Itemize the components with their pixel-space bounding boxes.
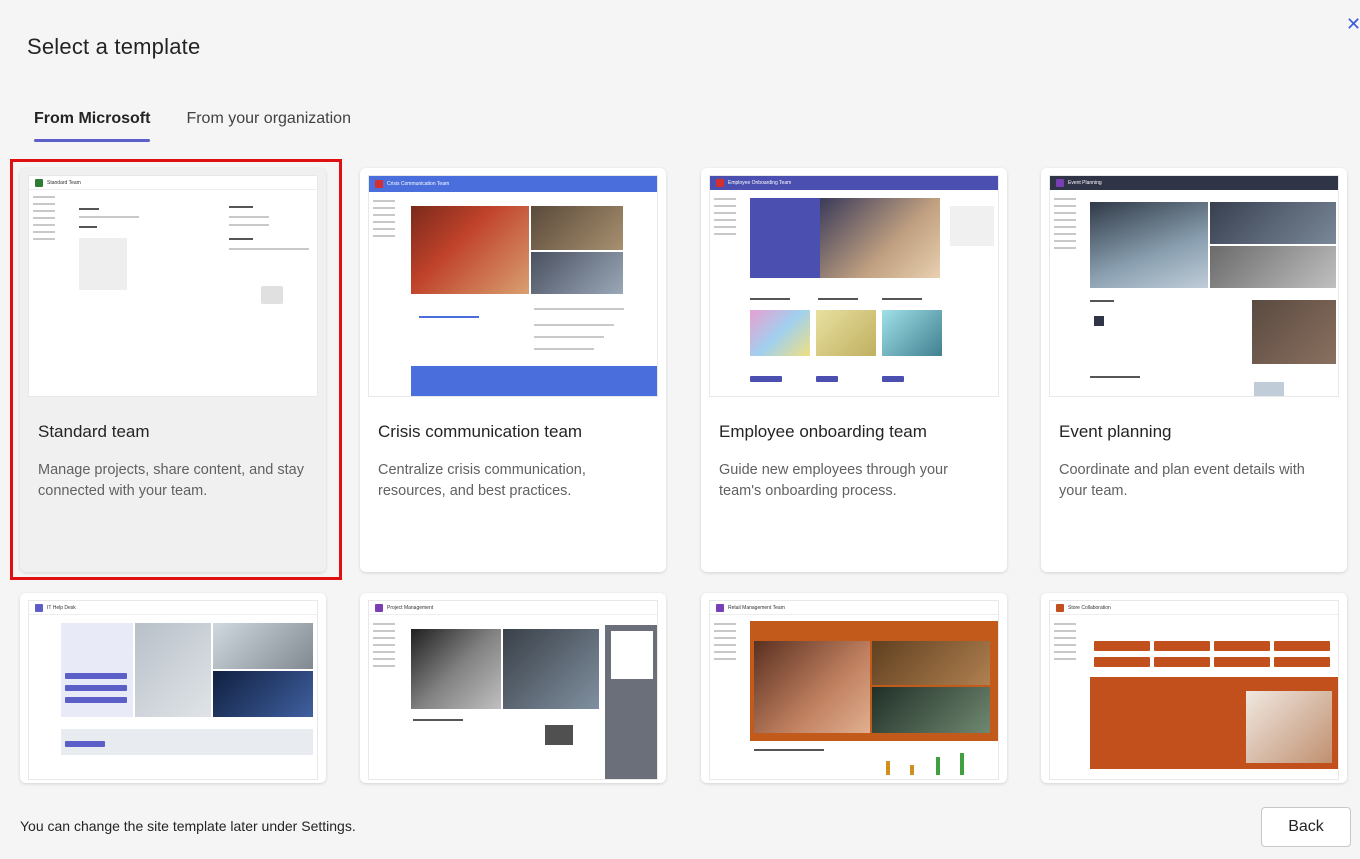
template-info: Standard team Manage projects, share con… xyxy=(20,404,326,572)
template-preview-project-management: Project Management xyxy=(368,600,658,780)
template-dialog: Select a template ✕ From Microsoft From … xyxy=(0,0,1360,859)
tab-from-microsoft[interactable]: From Microsoft xyxy=(22,104,162,142)
template-preview-it-help-desk: IT Help Desk xyxy=(28,600,318,780)
template-description: Coordinate and plan event details with y… xyxy=(1059,462,1305,499)
template-info: Employee onboarding team Guide new emplo… xyxy=(701,404,1007,572)
back-button[interactable]: Back xyxy=(1261,807,1351,847)
template-card-project-management[interactable]: Project Management xyxy=(360,593,666,783)
template-description: Manage projects, share content, and stay… xyxy=(38,462,304,499)
template-preview-employee-onboarding: Employee Onboarding Team xyxy=(709,175,999,397)
template-card-employee-onboarding[interactable]: Employee Onboarding Team Employee onboar… xyxy=(701,168,1007,572)
template-preview-crisis-communication: Crisis Communication Team xyxy=(368,175,658,397)
template-name: Standard team xyxy=(38,422,150,441)
template-preview-store-collaboration: Store Collaboration xyxy=(1049,600,1339,780)
close-icon[interactable]: ✕ xyxy=(1346,14,1360,34)
template-preview-event-planning: Event Planning xyxy=(1049,175,1339,397)
template-card-crisis-communication[interactable]: Crisis Communication Team Crisis communi… xyxy=(360,168,666,572)
template-preview-standard-team: Standard Team xyxy=(28,175,318,397)
template-info: Crisis communication team Centralize cri… xyxy=(360,404,666,572)
template-card-it-help-desk[interactable]: IT Help Desk xyxy=(20,593,326,783)
dialog-title: Select a template xyxy=(27,34,201,59)
template-card-retail-management[interactable]: Retail Management Team xyxy=(701,593,1007,783)
template-card-standard-team[interactable]: Standard Team Standard team Manage proje… xyxy=(20,168,326,572)
template-source-tabs: From Microsoft From your organization xyxy=(22,104,375,142)
template-description: Guide new employees through your team's … xyxy=(719,462,948,499)
template-card-store-collaboration[interactable]: Store Collaboration xyxy=(1041,593,1347,783)
template-name: Event planning xyxy=(1059,422,1172,441)
settings-note: You can change the site template later u… xyxy=(20,818,356,834)
template-name: Crisis communication team xyxy=(378,422,583,441)
template-name: Employee onboarding team xyxy=(719,422,927,441)
tab-from-organization[interactable]: From your organization xyxy=(174,104,363,142)
template-description: Centralize crisis communication, resourc… xyxy=(378,462,586,499)
template-preview-retail-management: Retail Management Team xyxy=(709,600,999,780)
template-card-event-planning[interactable]: Event Planning Event planning Coordinate… xyxy=(1041,168,1347,572)
template-info: Event planning Coordinate and plan event… xyxy=(1041,404,1347,572)
